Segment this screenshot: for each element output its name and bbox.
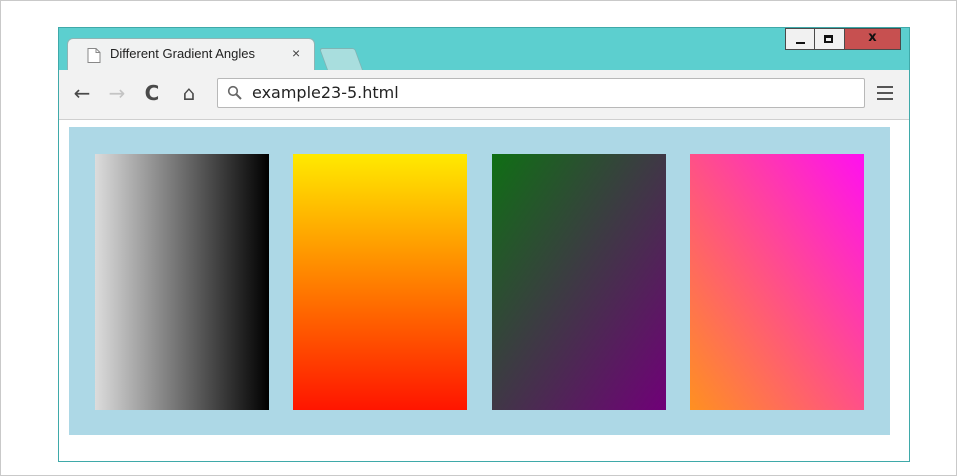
gradient-box-3 xyxy=(492,154,666,410)
browser-window: Different Gradient Angles × x ← → C ⌂ ex… xyxy=(58,27,910,462)
page-viewport xyxy=(59,120,909,461)
address-bar[interactable]: example23-5.html xyxy=(217,78,865,108)
minimize-button[interactable] xyxy=(785,28,815,50)
minimize-icon xyxy=(796,42,805,44)
tab-title: Different Gradient Angles xyxy=(110,46,256,61)
gradient-box-2 xyxy=(293,154,467,410)
menu-icon[interactable] xyxy=(877,86,893,100)
home-icon[interactable]: ⌂ xyxy=(178,81,200,105)
new-tab-button[interactable] xyxy=(318,48,364,70)
back-arrow-icon[interactable]: ← xyxy=(71,81,93,105)
window-controls: x xyxy=(785,28,901,50)
forward-arrow-icon[interactable]: → xyxy=(106,81,128,105)
url-text: example23-5.html xyxy=(252,83,399,102)
gradient-box-1 xyxy=(95,154,269,410)
search-icon xyxy=(227,85,242,100)
close-icon: x xyxy=(868,30,877,45)
browser-toolbar: ← → C ⌂ example23-5.html xyxy=(59,70,909,120)
menu-bar-line xyxy=(877,92,893,94)
maximize-button[interactable] xyxy=(815,28,845,50)
tab-close-button[interactable]: × xyxy=(292,45,300,61)
close-window-button[interactable]: x xyxy=(845,28,901,50)
menu-bar-line xyxy=(877,86,893,88)
tab-active[interactable]: Different Gradient Angles × xyxy=(67,38,315,70)
page-icon xyxy=(87,48,101,63)
gradient-panel xyxy=(69,127,890,435)
menu-bar-line xyxy=(877,98,893,100)
maximize-icon xyxy=(824,35,833,43)
gradient-box-4 xyxy=(690,154,864,410)
reload-icon[interactable]: C xyxy=(141,81,163,105)
